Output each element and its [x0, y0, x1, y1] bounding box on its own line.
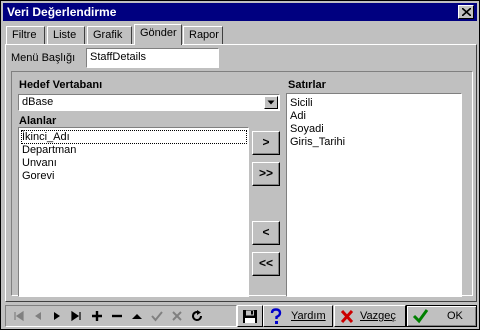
- list-item[interactable]: Gorevi: [22, 170, 54, 182]
- list-item[interactable]: Giris_Tarihi: [290, 136, 345, 148]
- dialog-window: Veri Değerlendirme Filtre Liste Grafik G…: [0, 0, 480, 330]
- fields-label: Alanlar: [19, 115, 57, 127]
- insert-record-icon[interactable]: [90, 309, 104, 323]
- dropdown-button[interactable]: [264, 96, 278, 109]
- next-record-icon[interactable]: [50, 309, 64, 323]
- list-item[interactable]: Soyadi: [290, 123, 324, 135]
- rows-listbox[interactable]: Sicili Adi Soyadi Giris_Tarihi: [286, 93, 462, 297]
- last-record-icon[interactable]: [69, 309, 83, 323]
- menu-title-label: Menü Başlığı: [11, 52, 76, 64]
- ok-button-label: OK: [447, 310, 463, 322]
- close-icon: [340, 309, 354, 324]
- add-all-fields-button[interactable]: >>: [252, 162, 280, 186]
- target-db-select[interactable]: dBase: [18, 94, 280, 111]
- fields-listbox[interactable]: İkinci_Adı Departman Unvanı Gorevi: [18, 127, 249, 297]
- target-db-value: dBase: [22, 96, 54, 108]
- rows-label: Satırlar: [288, 79, 326, 91]
- prior-record-icon[interactable]: [31, 309, 45, 323]
- help-button[interactable]: Yardım: [263, 305, 333, 327]
- help-button-label: Yardım: [291, 310, 326, 322]
- add-field-button[interactable]: >: [252, 131, 280, 155]
- remove-all-fields-button[interactable]: <<: [252, 252, 280, 276]
- chevron-down-icon: [267, 100, 275, 105]
- checkmark-icon: [412, 309, 429, 324]
- bottom-toolbar: Yardım Vazgeç OK: [3, 304, 477, 329]
- cancel-button-label: Vazgeç: [360, 310, 396, 322]
- delete-record-icon[interactable]: [110, 309, 124, 323]
- cancel-record-icon[interactable]: [170, 309, 184, 323]
- list-item[interactable]: Adi: [290, 110, 306, 122]
- list-item[interactable]: İkinci_Adı: [21, 130, 247, 144]
- target-db-label: Hedef Vertabanı: [19, 79, 103, 91]
- ok-button[interactable]: OK: [406, 305, 477, 327]
- save-button[interactable]: [237, 305, 263, 327]
- post-record-icon[interactable]: [150, 309, 164, 323]
- cancel-button[interactable]: Vazgeç: [334, 305, 406, 327]
- list-item[interactable]: Unvanı: [22, 157, 57, 169]
- first-record-icon[interactable]: [12, 309, 26, 323]
- list-item[interactable]: Sicili: [290, 97, 313, 109]
- record-navigator: [5, 305, 237, 327]
- edit-record-icon[interactable]: [130, 309, 144, 323]
- remove-field-button[interactable]: <: [252, 221, 280, 245]
- question-mark-icon: [270, 308, 282, 324]
- menu-title-input[interactable]: StaffDetails: [86, 48, 219, 68]
- list-item[interactable]: Departman: [22, 144, 76, 156]
- refresh-icon[interactable]: [190, 309, 204, 323]
- floppy-disk-icon: [243, 310, 257, 323]
- menu-title-value: StaffDetails: [90, 51, 147, 63]
